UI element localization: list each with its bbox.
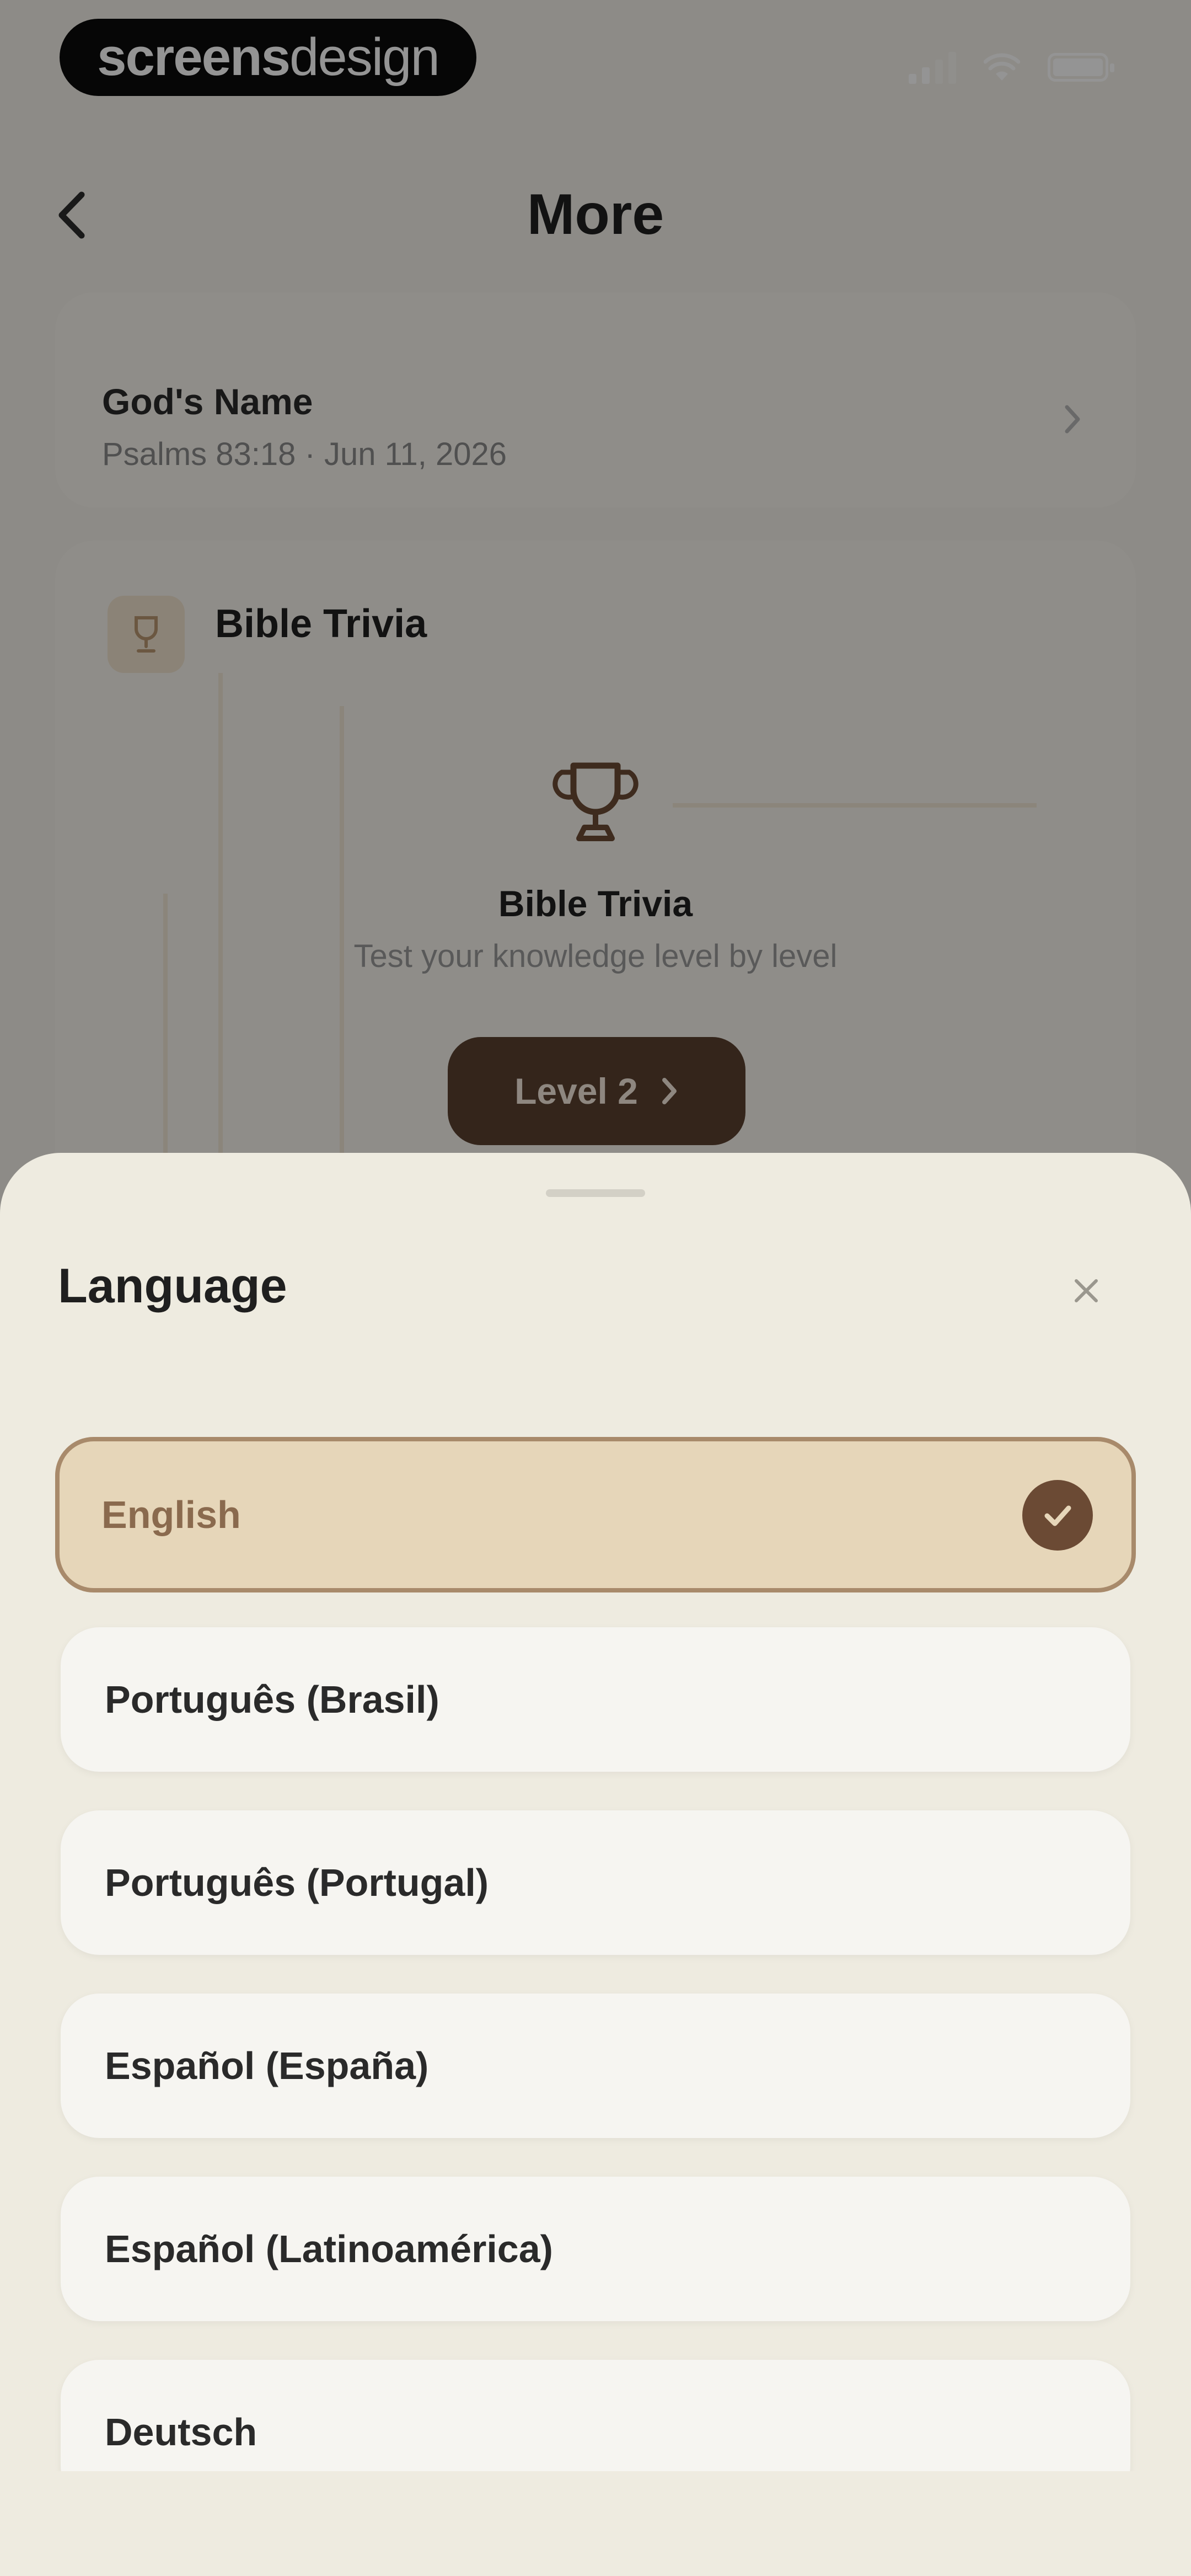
language-option-label: Español (Latinoamérica) [105,2227,553,2270]
language-option-label: Português (Portugal) [105,1861,489,1904]
language-option-label: Deutsch [105,2411,257,2454]
language-option-label: English [101,1493,241,1536]
language-option-portugues-portugal[interactable]: Português (Portugal) [61,1810,1130,1955]
language-option-espanol-latinoamerica[interactable]: Español (Latinoamérica) [61,2177,1130,2321]
language-option-deutsch[interactable]: Deutsch [61,2360,1130,2471]
language-option-espanol-espana[interactable]: Español (España) [61,1994,1130,2138]
language-sheet: Language English Português (Brasil) Port… [0,1153,1191,2576]
checkmark-icon [1022,1480,1093,1551]
sheet-grabber[interactable] [546,1189,645,1197]
screen: screens design More God's Name Psalms 83:… [0,0,1191,2576]
language-option-english[interactable]: English [55,1437,1136,1592]
language-option-label: Español (España) [105,2044,429,2087]
language-option-label: Português (Brasil) [105,1678,439,1721]
sheet-title: Language [58,1258,287,1313]
language-option-portugues-brasil[interactable]: Português (Brasil) [61,1627,1130,1772]
close-icon [1075,1279,1098,1302]
close-button[interactable] [1059,1263,1114,1318]
language-list: English Português (Brasil) Português (Po… [0,1385,1191,2471]
